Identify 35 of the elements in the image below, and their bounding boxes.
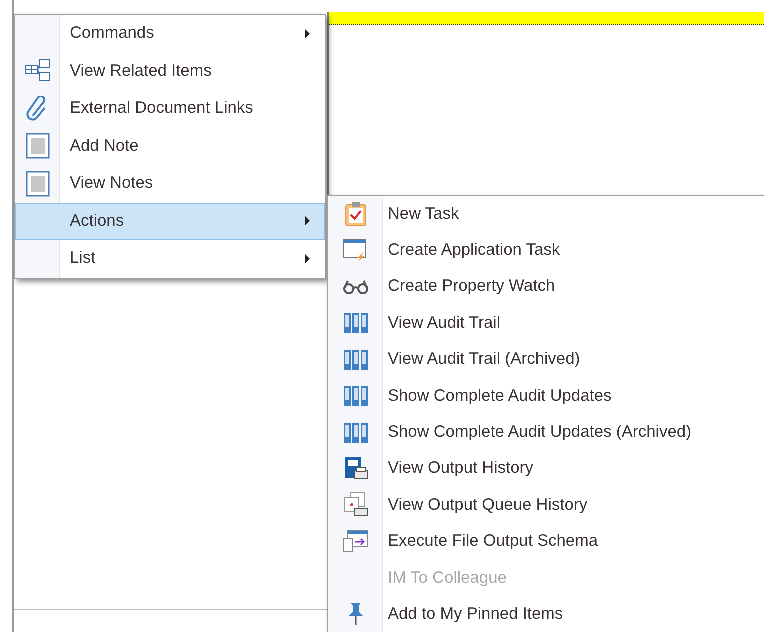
pin-icon xyxy=(347,602,365,626)
documents-printer-icon xyxy=(343,492,369,518)
menu-item[interactable]: View Audit Trail (Archived) xyxy=(328,342,764,378)
glasses-icon xyxy=(343,278,369,295)
menu-item[interactable]: Add Note xyxy=(15,128,325,165)
schema-arrow-icon xyxy=(343,530,369,554)
menu-item[interactable]: View Audit Trail xyxy=(328,305,764,342)
menu-item[interactable]: Actions xyxy=(15,202,325,240)
binders-icon xyxy=(343,385,369,408)
binders-icon xyxy=(343,422,369,444)
menu-item[interactable]: Add to My Pinned Items xyxy=(328,596,764,632)
note-icon xyxy=(26,133,50,160)
table-icon xyxy=(25,59,51,84)
menu-item[interactable]: View Notes xyxy=(15,165,325,202)
note-icon xyxy=(26,170,50,197)
menu-item[interactable]: List xyxy=(15,240,325,278)
menu-item[interactable]: Commands xyxy=(15,15,325,52)
menu-item[interactable]: Create Property Watch xyxy=(328,268,764,306)
document-printer-icon xyxy=(343,456,369,482)
menu-item[interactable]: Show Complete Audit Updates (Archived) xyxy=(328,414,764,451)
submenu-arrow-icon xyxy=(305,216,310,226)
menu-item[interactable]: Create Application Task xyxy=(328,232,764,269)
menu-item[interactable]: View Output Queue History xyxy=(328,487,764,524)
binders-icon xyxy=(343,348,369,371)
submenu-arrow-icon xyxy=(305,254,310,264)
window-bolt-icon xyxy=(343,238,369,264)
binders-icon xyxy=(343,312,369,334)
clipboard-check-icon xyxy=(345,201,367,228)
submenu-arrow-icon xyxy=(305,28,310,39)
menu-item[interactable]: Execute File Output Schema xyxy=(328,524,764,560)
menu-item[interactable]: Show Complete Audit Updates xyxy=(328,378,764,414)
menu-item[interactable]: View Output History xyxy=(328,450,764,488)
menu-item[interactable]: View Related Items xyxy=(15,52,325,90)
menu-item[interactable]: New Task xyxy=(328,196,764,232)
menu-item[interactable]: External Document Links xyxy=(15,90,325,128)
